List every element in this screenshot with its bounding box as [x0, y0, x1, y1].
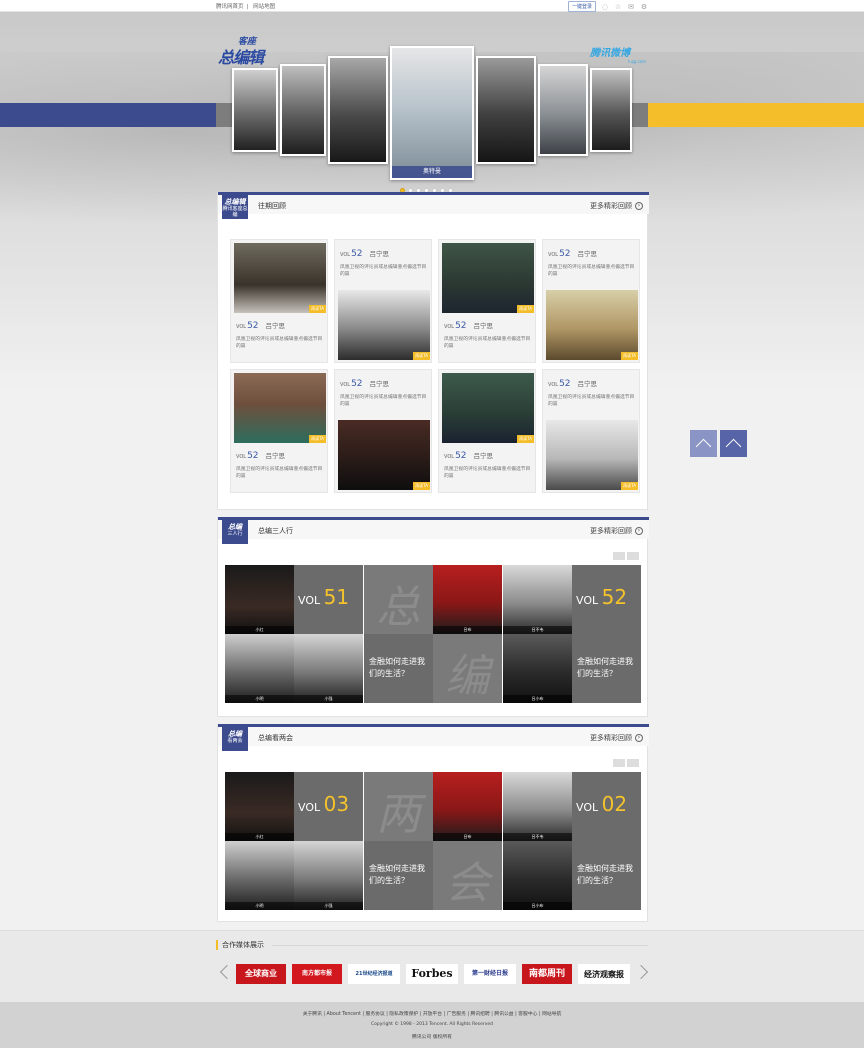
editor-photo[interactable]: 小明	[225, 634, 294, 703]
editor-photo[interactable]: 吕不韦	[503, 772, 572, 841]
chat-icon[interactable]: ◌	[601, 3, 609, 11]
next-arrow-icon[interactable]	[627, 552, 639, 560]
slider-arrows	[613, 552, 639, 560]
next-partner-icon[interactable]	[633, 964, 649, 980]
partner-media: 合作媒体展示 全球商业 南方都市报 21世纪经济报道 Forbes 第一财经日报…	[0, 930, 864, 1002]
top-right-tools: 一键登录 ◌ ☆ ✉ ⚙	[568, 1, 648, 12]
section-two-sessions: 总编 看两会 总编看两会 更多精彩回顾 › 小红 VOL 03 两 吕布 吕不韦 V…	[217, 724, 649, 922]
slider-arrows	[613, 759, 639, 767]
footer-company: 腾讯公司 版权所有	[412, 1035, 452, 1040]
hero-band-blue	[0, 103, 216, 127]
more-reviews-link[interactable]: 更多精彩回顾 ›	[590, 201, 643, 211]
calligraphy-tile: 会	[433, 841, 502, 910]
vol-tile[interactable]: VOL 02	[572, 772, 641, 841]
editor-photo[interactable]: 吕布	[433, 565, 502, 634]
review-card[interactable]: VOL52 吕宁思 凤凰卫视的评论员或总编辑重点偏选节目的篇 再读TA	[334, 239, 432, 363]
section-header: 总编辑 腾讯客座总编 往期回顾 更多精彩回顾 ›	[218, 192, 649, 219]
editors-grid: 小红 VOL 51 总 吕布 吕不韦 VOL 52 小明 小强 金融如何走进我们…	[225, 565, 642, 703]
settings-icon[interactable]: ⚙	[640, 3, 648, 11]
vol-tile[interactable]: VOL 52	[572, 565, 641, 634]
carousel-portrait-featured[interactable]: 奥特曼	[390, 46, 474, 180]
link-sitemap[interactable]: 网站地图	[253, 4, 275, 10]
editor-photo[interactable]: 小明	[225, 841, 294, 910]
prev-arrow-icon[interactable]	[613, 552, 625, 560]
quick-login-button[interactable]: 一键登录	[568, 1, 597, 12]
calligraphy-tile: 总	[364, 565, 433, 634]
editor-photo[interactable]: 小强	[294, 634, 363, 703]
hero-band-yellow	[648, 103, 864, 127]
arrow-circle-icon: ›	[635, 527, 643, 535]
question-tile[interactable]: 金融如何走进我们的生活？	[364, 634, 433, 703]
editor-photo[interactable]: 小强	[294, 841, 363, 910]
editor-photo[interactable]: 吕不韦	[503, 565, 572, 634]
carousel-portrait[interactable]	[232, 68, 278, 152]
review-card[interactable]: 再读TA VOL52 吕宁思 凤凰卫视的评论员或总编辑重点偏选节目的篇	[230, 239, 328, 363]
top-bar: 腾讯网首页 | 网站地图 一键登录 ◌ ☆ ✉ ⚙	[0, 0, 864, 12]
carousel-portrait[interactable]	[476, 56, 536, 164]
guest-editor-logo[interactable]: 客座 总编辑	[218, 34, 278, 67]
arrow-circle-icon: ›	[635, 734, 643, 742]
partner-logo[interactable]: 21世纪经济报道	[348, 964, 400, 984]
prev-arrow-icon[interactable]	[613, 759, 625, 767]
partner-logo[interactable]: 第一财经日报	[464, 964, 516, 984]
section-title: 往期回顾	[258, 202, 286, 210]
mail-icon[interactable]: ✉	[627, 3, 635, 11]
section-past-review: 总编辑 腾讯客座总编 往期回顾 更多精彩回顾 › 再读TA VOL52 吕宁思 凤凰卫…	[217, 192, 649, 510]
carousel-portrait[interactable]	[590, 68, 632, 152]
review-card[interactable]: 再读TA VOL52 吕宁思 凤凰卫视的评论员或总编辑重点偏选节目的篇	[230, 369, 328, 493]
editor-photo[interactable]: 吕小布	[503, 841, 572, 910]
section-badge: 总编 三人行	[222, 518, 248, 544]
carousel-portrait[interactable]	[538, 64, 588, 156]
partner-logo[interactable]: 南都周刊	[522, 964, 572, 984]
vol-tile[interactable]: VOL 03	[294, 772, 363, 841]
calligraphy-tile: 两	[364, 772, 433, 841]
editor-photo[interactable]: 小红	[225, 565, 294, 634]
editor-photo[interactable]: 小红	[225, 772, 294, 841]
question-tile[interactable]: 金融如何走进我们的生活？	[364, 841, 433, 910]
partner-logo[interactable]: 南方都市报	[292, 964, 342, 984]
partner-logo[interactable]: 全球商业	[236, 964, 286, 984]
arrow-circle-icon: ›	[635, 202, 643, 210]
scroll-top-arrows	[690, 430, 747, 457]
section-badge: 总编辑 腾讯客座总编	[222, 193, 248, 219]
section-title: 总编看两会	[258, 734, 293, 742]
carousel-portrait[interactable]	[328, 56, 388, 164]
section-header: 总编 三人行 总编三人行 更多精彩回顾 ›	[218, 517, 649, 544]
scroll-up-icon[interactable]	[690, 430, 717, 457]
review-card[interactable]: VOL52 吕宁思 凤凰卫视的评论员或总编辑重点偏选节目的篇 再读TA	[542, 239, 640, 363]
question-tile[interactable]: 金融如何走进我们的生活？	[572, 841, 641, 910]
section-header: 总编 看两会 总编看两会 更多精彩回顾 ›	[218, 724, 649, 751]
top-links: 腾讯网首页 | 网站地图	[216, 4, 276, 10]
next-arrow-icon[interactable]	[627, 759, 639, 767]
back-to-top-icon[interactable]	[720, 430, 747, 457]
partners-title: 合作媒体展示	[216, 940, 264, 950]
editor-photo[interactable]: 吕小布	[503, 634, 572, 703]
review-card[interactable]: VOL52 吕宁思 凤凰卫视的评论员或总编辑重点偏选节目的篇 再读TA	[542, 369, 640, 493]
star-icon[interactable]: ☆	[614, 3, 622, 11]
calligraphy-tile: 编	[433, 634, 502, 703]
review-card[interactable]: 再读TA VOL52 吕宁思 凤凰卫视的评论员或总编辑重点偏选节目的篇	[438, 369, 536, 493]
tencent-weibo-logo[interactable]: 腾讯微博 t.qq.com	[590, 44, 650, 66]
site-footer: 关于腾讯 | About Tencent | 服务协议 | 隐私政策保护 | 开…	[0, 1002, 864, 1048]
editors-grid: 小红 VOL 03 两 吕布 吕不韦 VOL 02 小明 小强 金融如何走进我们…	[225, 772, 642, 910]
section-title: 总编三人行	[258, 527, 293, 535]
section-badge: 总编 看两会	[222, 725, 248, 751]
link-tencent-home[interactable]: 腾讯网首页	[216, 4, 244, 10]
footer-copyright: Copyright © 1998 - 2013 Tencent. All Rig…	[370, 1022, 494, 1027]
review-card[interactable]: VOL52 吕宁思 凤凰卫视的评论员或总编辑重点偏选节目的篇 再读TA	[334, 369, 432, 493]
question-tile[interactable]: 金融如何走进我们的生活？	[572, 634, 641, 703]
vol-tile[interactable]: VOL 51	[294, 565, 363, 634]
section-three-editors: 总编 三人行 总编三人行 更多精彩回顾 › 小红 VOL 51 总 吕布 吕不韦 V…	[217, 517, 649, 717]
prev-partner-icon[interactable]	[219, 964, 235, 980]
carousel-portrait[interactable]	[280, 64, 326, 156]
partner-logo[interactable]: Forbes	[406, 964, 458, 984]
editor-photo[interactable]: 吕布	[433, 772, 502, 841]
more-reviews-link[interactable]: 更多精彩回顾 ›	[590, 526, 643, 536]
partner-logo[interactable]: 经济观察报	[578, 964, 630, 984]
footer-links[interactable]: 关于腾讯 | About Tencent | 服务协议 | 隐私政策保护 | 开…	[0, 1010, 864, 1017]
more-reviews-link[interactable]: 更多精彩回顾 ›	[590, 733, 643, 743]
review-card[interactable]: 再读TA VOL52 吕宁思 凤凰卫视的评论员或总编辑重点偏选节目的篇	[438, 239, 536, 363]
featured-name: 奥特曼	[392, 166, 472, 178]
